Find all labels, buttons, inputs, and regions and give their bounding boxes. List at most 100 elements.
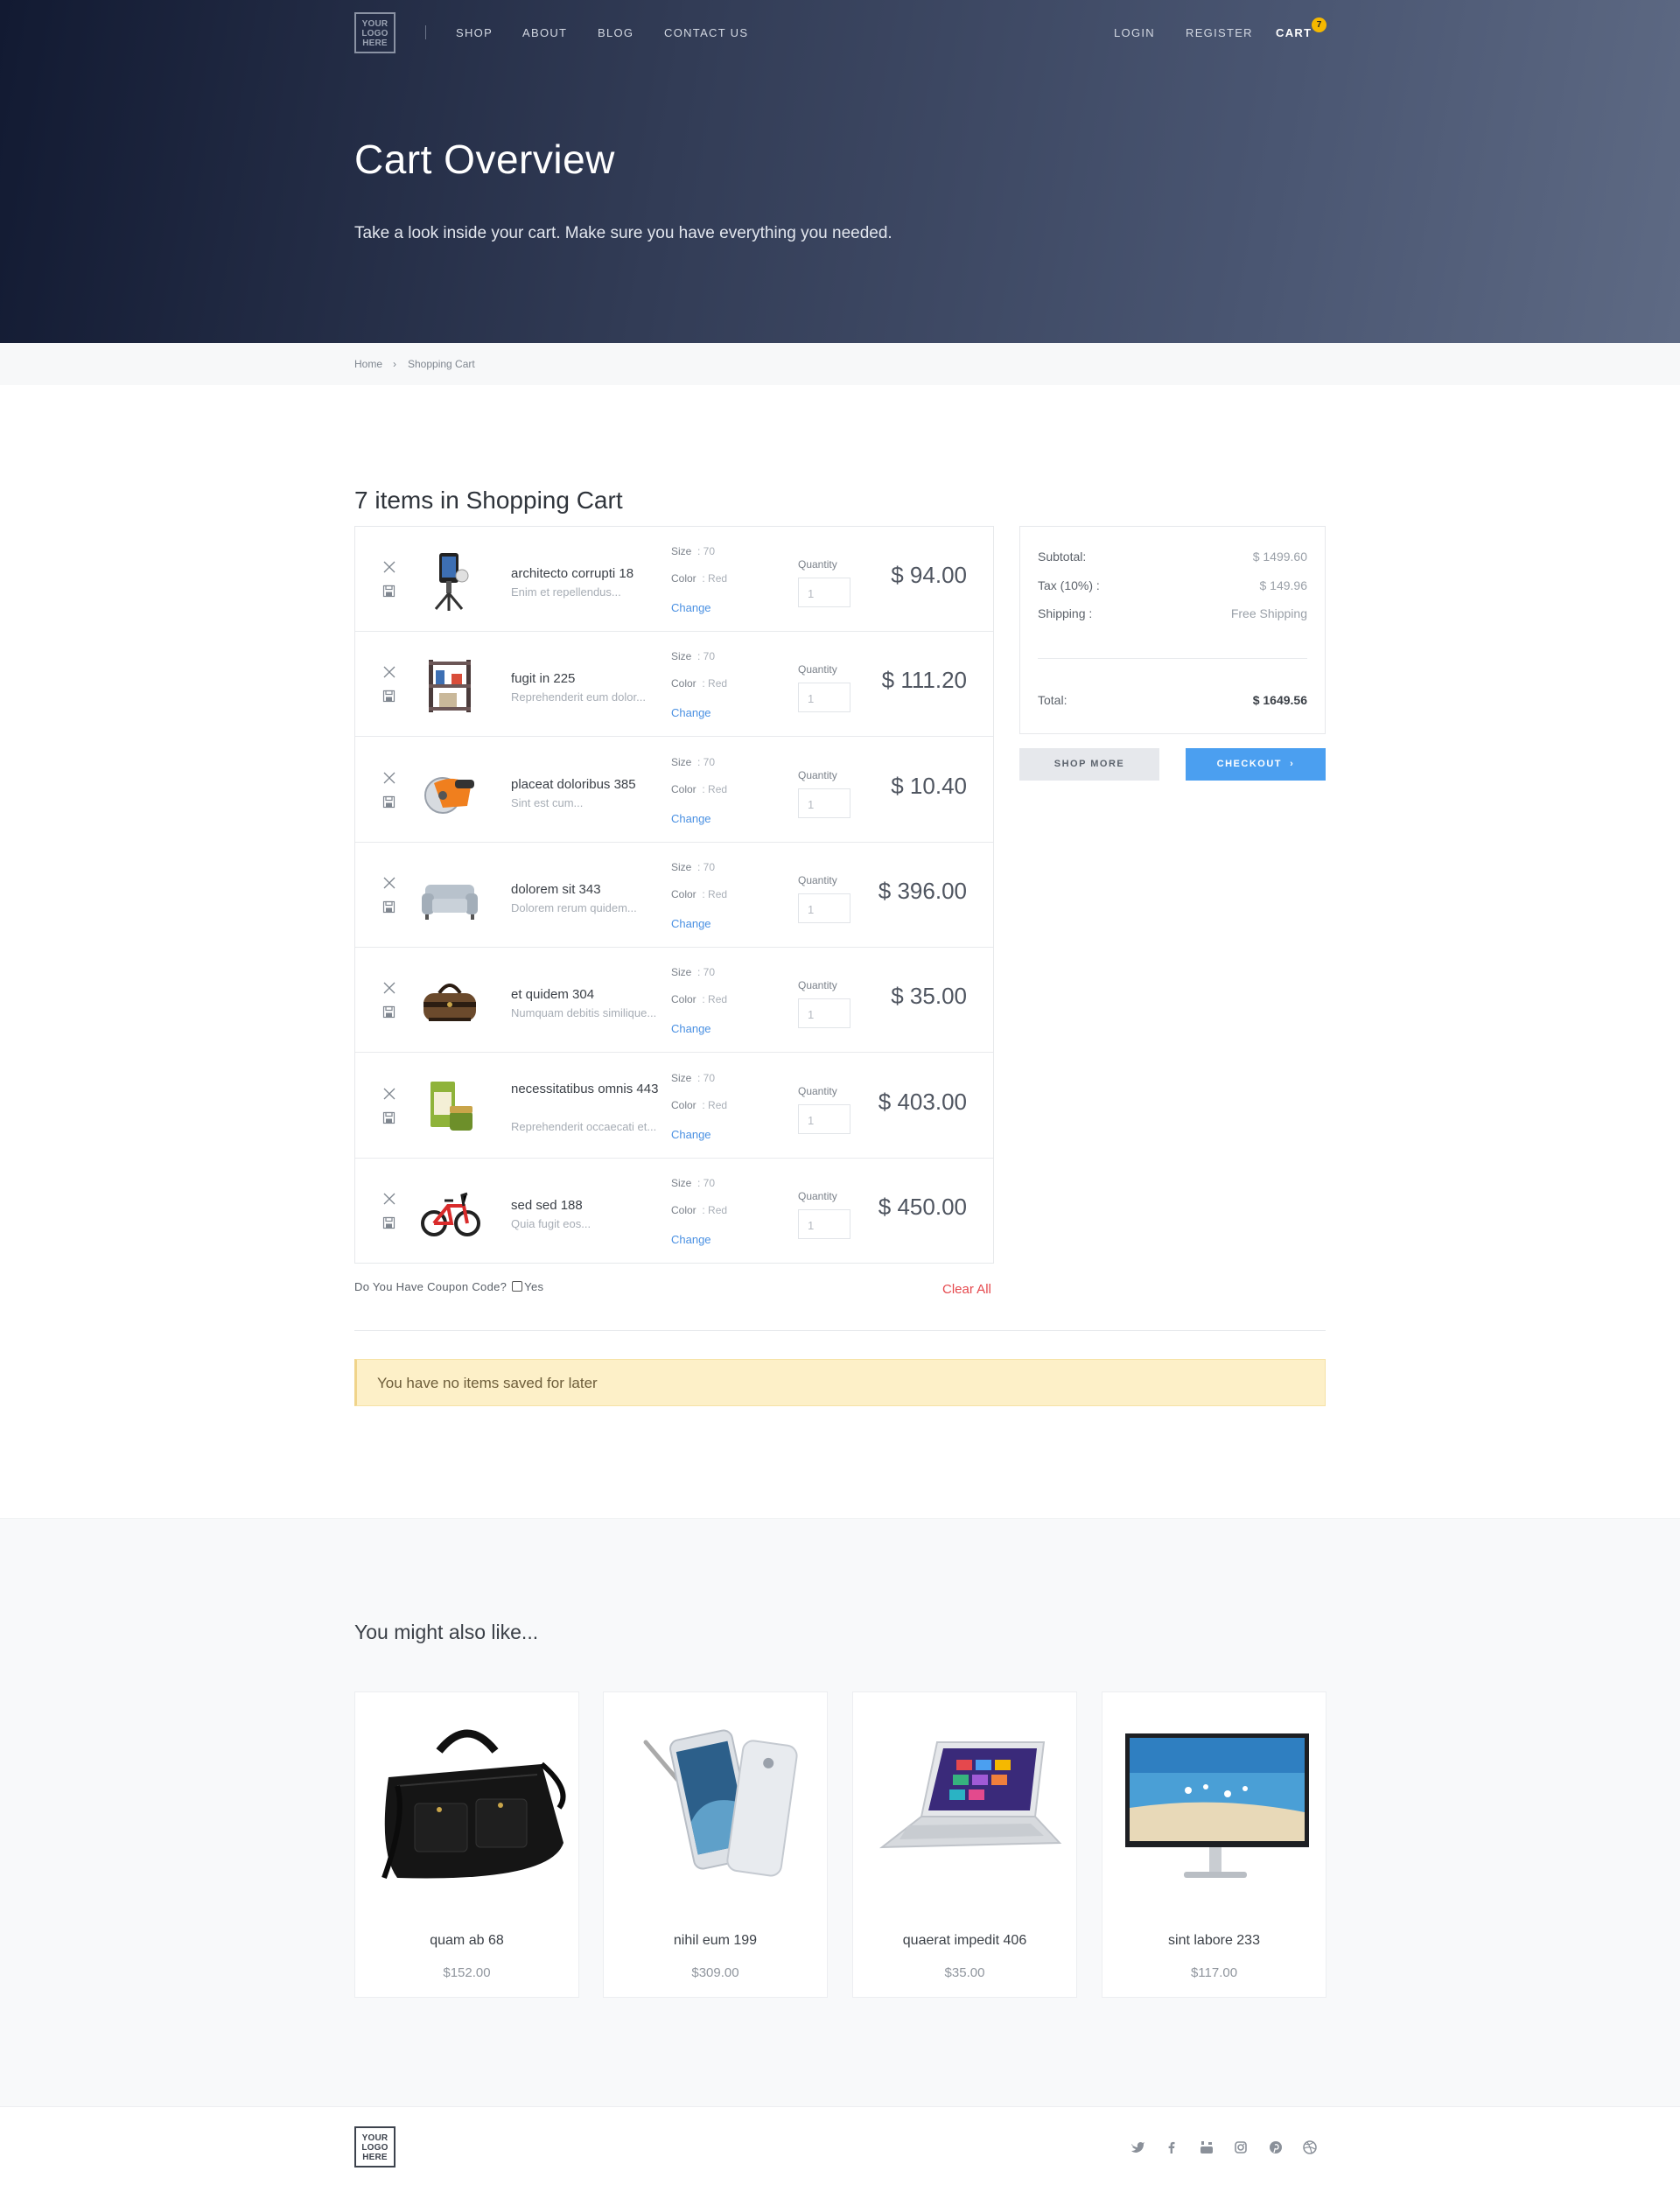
save-for-later-icon[interactable] <box>382 585 396 598</box>
shop-more-button[interactable]: SHOP MORE <box>1019 748 1159 781</box>
quantity-input[interactable]: 1 <box>798 788 850 818</box>
cart-count-badge: 7 <box>1312 18 1326 32</box>
change-options-link[interactable]: Change <box>671 1233 711 1246</box>
remove-item-icon[interactable] <box>382 1192 396 1206</box>
coupon-question: Do You Have Coupon Code? Yes <box>354 1280 543 1293</box>
quantity-input[interactable]: 1 <box>798 683 850 713</box>
save-for-later-icon[interactable] <box>382 1216 396 1229</box>
save-for-later-icon[interactable] <box>382 795 396 809</box>
footer-logo[interactable]: YOUR LOGO HERE <box>354 2126 396 2167</box>
item-name[interactable]: fugit in 225 <box>511 669 660 689</box>
cosmetic-jar-thumbnail[interactable] <box>416 1073 483 1139</box>
item-size: Size : 70 <box>671 1177 715 1189</box>
item-description: Quia fugit eos... <box>511 1216 592 1230</box>
logo[interactable]: YOUR LOGO HERE <box>354 12 396 53</box>
youtube-icon[interactable] <box>1197 2138 1216 2157</box>
coupon-yes-label[interactable]: Yes <box>524 1280 543 1293</box>
save-for-later-icon[interactable] <box>382 900 396 914</box>
change-options-link[interactable]: Change <box>671 812 711 825</box>
remove-item-icon[interactable] <box>382 1087 396 1101</box>
save-for-later-icon[interactable] <box>382 690 396 703</box>
item-name[interactable]: necessitatibus omnis 443 <box>511 1080 660 1099</box>
circular-saw-thumbnail[interactable] <box>416 757 483 823</box>
nav-shop[interactable]: SHOP <box>456 26 493 39</box>
product-card[interactable]: sint labore 233 $117.00 <box>1102 1691 1326 1998</box>
coupon-checkbox[interactable] <box>512 1281 523 1292</box>
product-card[interactable]: quam ab 68 $152.00 <box>354 1691 579 1998</box>
item-description: Enim et repellendus... <box>511 585 621 599</box>
item-description: Reprehenderit eum dolor... <box>511 690 646 704</box>
change-options-link[interactable]: Change <box>671 1128 711 1141</box>
item-price: $ 10.40 <box>891 772 967 799</box>
nav-blog[interactable]: BLOG <box>598 26 634 39</box>
quantity-input[interactable]: 1 <box>798 893 850 923</box>
shelf-thumbnail[interactable] <box>416 651 483 718</box>
nav-contact[interactable]: CONTACT US <box>664 26 748 39</box>
product-name[interactable]: sint labore 233 <box>1102 1933 1326 1949</box>
size-value: : 70 <box>697 1071 716 1084</box>
nav-about[interactable]: ABOUT <box>522 26 567 39</box>
duffel-bag-thumbnail[interactable] <box>416 967 483 1033</box>
item-name[interactable]: architecto corrupti 18 <box>511 564 660 584</box>
camera-stabilizer-thumbnail[interactable] <box>416 546 483 613</box>
product-card[interactable]: nihil eum 199 $309.00 <box>603 1691 828 1998</box>
product-name[interactable]: quaerat impedit 406 <box>853 1933 1076 1949</box>
summary-divider <box>1038 658 1307 659</box>
laptop-image <box>878 1741 1062 1849</box>
size-value: : 70 <box>697 545 716 557</box>
shipping-value: Free Shipping <box>1230 606 1307 620</box>
remove-item-icon[interactable] <box>382 665 396 679</box>
product-name[interactable]: quam ab 68 <box>355 1933 578 1949</box>
color-label: Color <box>671 1098 696 1111</box>
sofa-thumbnail[interactable] <box>416 862 483 928</box>
remove-item-icon[interactable] <box>382 876 396 890</box>
item-name[interactable]: placeat doloribus 385 <box>511 775 660 795</box>
clear-all-link[interactable]: Clear All <box>942 1282 991 1297</box>
instagram-icon[interactable] <box>1231 2138 1250 2157</box>
quantity-input[interactable]: 1 <box>798 1208 850 1239</box>
product-price: $117.00 <box>1190 1965 1238 1980</box>
product-name[interactable]: nihil eum 199 <box>604 1933 827 1949</box>
change-options-link[interactable]: Change <box>671 706 711 719</box>
nav-login[interactable]: LOGIN <box>1114 26 1155 39</box>
size-value: : 70 <box>697 1176 716 1189</box>
quantity-input[interactable]: 1 <box>798 578 850 607</box>
divider <box>354 1330 1326 1331</box>
item-description: Reprehenderit occaecati et... <box>511 1119 657 1133</box>
nav-cart[interactable]: CART <box>1276 26 1312 39</box>
change-options-link[interactable]: Change <box>671 1022 711 1035</box>
remove-item-icon[interactable] <box>382 771 396 785</box>
product-card[interactable]: quaerat impedit 406 $35.00 <box>852 1691 1077 1998</box>
color-label: Color <box>671 993 696 1006</box>
footer: YOUR LOGO HERE <box>0 2106 1680 2185</box>
tax-row: Tax (10%) : $ 149.96 <box>1038 578 1307 592</box>
quantity-label: Quantity <box>798 768 837 781</box>
breadcrumb-home[interactable]: Home <box>354 358 382 370</box>
breadcrumb-separator: › <box>393 358 396 370</box>
item-name[interactable]: dolorem sit 343 <box>511 880 660 900</box>
order-summary: Subtotal: $ 1499.60 Tax (10%) : $ 149.96… <box>1019 526 1326 734</box>
dribbble-icon[interactable] <box>1300 2138 1320 2157</box>
color-label: Color <box>671 887 696 900</box>
subtotal-label: Subtotal: <box>1038 550 1087 564</box>
cart-item-row: dolorem sit 343 Dolorem rerum quidem... Si… <box>355 843 993 948</box>
item-size: Size : 70 <box>671 650 715 662</box>
remove-item-icon[interactable] <box>382 560 396 574</box>
change-options-link[interactable]: Change <box>671 601 711 614</box>
remove-item-icon[interactable] <box>382 981 396 995</box>
pinterest-icon[interactable] <box>1266 2138 1285 2157</box>
nav-register[interactable]: REGISTER <box>1186 26 1253 39</box>
item-name[interactable]: sed sed 188 <box>511 1196 660 1215</box>
item-name[interactable]: et quidem 304 <box>511 985 660 1005</box>
save-for-later-icon[interactable] <box>382 1005 396 1019</box>
quantity-input[interactable]: 1 <box>798 1103 850 1134</box>
item-color: Color : Red <box>671 1099 727 1111</box>
size-value: : 70 <box>697 755 716 768</box>
change-options-link[interactable]: Change <box>671 917 711 930</box>
checkout-button[interactable]: CHECKOUT › <box>1186 748 1326 781</box>
save-for-later-icon[interactable] <box>382 1111 396 1124</box>
quantity-input[interactable]: 1 <box>798 998 850 1029</box>
facebook-icon[interactable] <box>1162 2138 1181 2157</box>
kids-bike-thumbnail[interactable] <box>416 1178 483 1244</box>
twitter-icon[interactable] <box>1128 2138 1147 2157</box>
